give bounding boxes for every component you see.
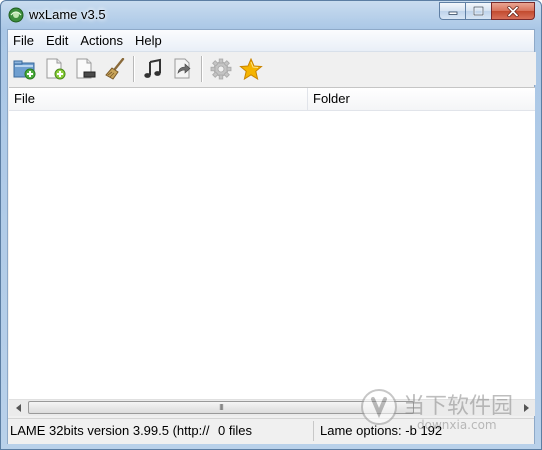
title-bar[interactable]: wxLame v3.5 [1,1,541,29]
menu-help[interactable]: Help [129,31,168,51]
maximize-icon [473,6,484,16]
clear-list-button[interactable] [100,55,130,83]
watermark-logo: 当下软件园 downxia.com [361,389,513,432]
minimize-icon [448,11,457,15]
toolbar [8,52,536,85]
menu-edit[interactable]: Edit [40,31,74,51]
export-arrow-icon [174,58,191,78]
menu-bar: File Edit Actions Help [8,30,534,52]
minimize-button[interactable] [439,2,465,20]
add-folder-button[interactable] [10,55,40,83]
export-button[interactable] [168,55,198,83]
star-icon [239,57,263,80]
app-window: wxLame v3.5 File Edit Actions Help File … [0,0,542,450]
file-add-icon [46,58,66,79]
scrollbar-grip: III [219,402,224,412]
column-header-folder[interactable]: Folder [308,88,535,110]
column-header-file[interactable]: File [9,88,308,110]
menu-actions[interactable]: Actions [74,31,129,51]
caption-buttons [439,2,535,20]
scroll-left-button[interactable] [10,400,27,416]
watermark-text: 当下软件园 [403,394,513,419]
file-list[interactable]: File Folder [9,87,535,400]
status-lame-version: LAME 32bits version 3.99.5 (http:// [10,423,210,438]
remove-file-button[interactable] [70,55,100,83]
folder-add-icon [13,60,36,79]
scrollbar-thumb[interactable]: III [28,401,414,414]
settings-button[interactable] [206,55,236,83]
window-title: wxLame v3.5 [29,7,106,22]
add-file-button[interactable] [40,55,70,83]
maximize-button[interactable] [465,2,491,20]
status-file-count: 0 files [218,423,252,438]
toolbar-separator [201,55,203,82]
toolbar-separator [133,55,135,82]
close-icon [507,5,519,17]
close-button[interactable] [491,2,535,20]
watermark-url: downxia.com [417,418,497,432]
wxlame-app-icon [8,7,24,23]
gear-icon [210,58,232,79]
music-note-icon [144,58,161,78]
broom-icon [105,57,125,80]
menu-file[interactable]: File [8,31,40,51]
file-remove-icon [76,58,96,78]
encode-button[interactable] [138,55,168,83]
arrow-left-icon [15,404,21,412]
list-header: File Folder [9,88,535,111]
favorite-button[interactable] [236,55,266,83]
